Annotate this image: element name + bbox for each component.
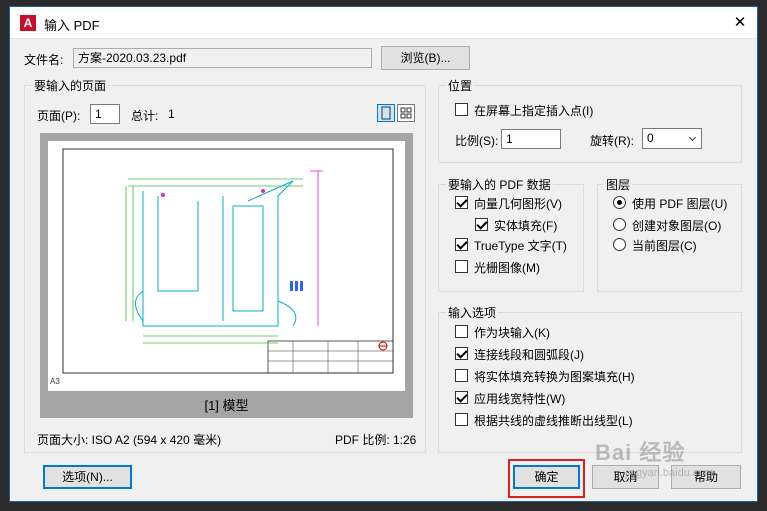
close-button[interactable]: ✕ bbox=[723, 7, 757, 38]
convert-solid-fill-label[interactable]: 将实体填充转换为图案填充(H) bbox=[474, 368, 635, 385]
use-pdf-layers-radio[interactable] bbox=[613, 196, 626, 209]
vector-geometry-checkbox[interactable] bbox=[455, 196, 468, 209]
rotation-label: 旋转(R): bbox=[590, 134, 634, 148]
preview-paper: A3 bbox=[48, 141, 405, 391]
create-object-layers-label[interactable]: 创建对象图层(O) bbox=[632, 217, 721, 234]
infer-linetype-checkbox[interactable] bbox=[455, 413, 468, 426]
convert-solid-fill-checkbox[interactable] bbox=[455, 369, 468, 382]
infer-linetype-label[interactable]: 根据共线的虚线推断出线型(L) bbox=[474, 412, 633, 429]
apply-lineweight-label[interactable]: 应用线宽特性(W) bbox=[474, 390, 565, 407]
layers-group-title: 图层 bbox=[604, 176, 633, 193]
single-page-icon bbox=[381, 106, 391, 120]
raster-images-checkbox[interactable] bbox=[455, 260, 468, 273]
rotation-select[interactable]: 0 bbox=[642, 128, 702, 149]
specify-on-screen-checkbox[interactable] bbox=[455, 103, 468, 116]
truetype-text-checkbox[interactable] bbox=[455, 238, 468, 251]
pages-group-title: 要输入的页面 bbox=[32, 77, 109, 94]
solid-fill-label[interactable]: 实体填充(F) bbox=[494, 217, 557, 234]
apply-lineweight-checkbox[interactable] bbox=[455, 391, 468, 404]
file-name-label: 文件名: bbox=[24, 53, 64, 67]
floor-plan-drawing bbox=[62, 148, 394, 374]
total-label: 总计: bbox=[131, 109, 159, 123]
raster-images-label[interactable]: 光栅图像(M) bbox=[474, 259, 540, 276]
use-pdf-layers-label[interactable]: 使用 PDF 图层(U) bbox=[632, 195, 727, 212]
total-value: 1 bbox=[168, 107, 175, 121]
autocad-app-icon: A bbox=[20, 15, 36, 31]
join-segments-label[interactable]: 连接线段和圆弧段(J) bbox=[474, 346, 584, 363]
import-pdf-dialog: A 输入 PDF ✕ 文件名: 方案-2020.03.23.pdf 浏览(B).… bbox=[9, 6, 758, 502]
title-bar[interactable]: A 输入 PDF ✕ bbox=[10, 7, 757, 39]
solid-fill-checkbox[interactable] bbox=[475, 218, 488, 231]
truetype-text-label[interactable]: TrueType 文字(T) bbox=[474, 237, 567, 254]
chevron-down-icon bbox=[688, 133, 697, 142]
scale-label: 比例(S): bbox=[455, 134, 499, 148]
preview-caption: [1] 模型 bbox=[204, 398, 249, 413]
import-as-block-label[interactable]: 作为块输入(K) bbox=[474, 324, 550, 341]
scale-input[interactable]: 1 bbox=[501, 129, 561, 149]
create-object-layers-radio[interactable] bbox=[613, 218, 626, 231]
browse-button[interactable]: 浏览(B)... bbox=[381, 46, 470, 70]
current-layer-label[interactable]: 当前图层(C) bbox=[632, 237, 697, 254]
pdf-data-group-title: 要输入的 PDF 数据 bbox=[446, 176, 553, 193]
rotation-value: 0 bbox=[647, 131, 654, 145]
page-size-text: 页面大小: ISO A2 (594 x 420 毫米) bbox=[37, 433, 222, 447]
pdf-scale-text: PDF 比例: 1:26 bbox=[335, 433, 417, 447]
options-button[interactable]: 选项(N)... bbox=[43, 465, 132, 489]
position-group-title: 位置 bbox=[446, 77, 475, 94]
position-group bbox=[438, 85, 742, 163]
page-label: 页面(P): bbox=[37, 109, 81, 123]
import-as-block-checkbox[interactable] bbox=[455, 325, 468, 338]
thumbnail-view-toggle[interactable] bbox=[397, 104, 415, 122]
window-title: 输入 PDF bbox=[44, 18, 100, 33]
single-page-view-toggle[interactable] bbox=[377, 104, 395, 122]
vector-geometry-label[interactable]: 向量几何图形(V) bbox=[474, 195, 562, 212]
specify-on-screen-label[interactable]: 在屏幕上指定插入点(I) bbox=[474, 102, 593, 119]
join-segments-checkbox[interactable] bbox=[455, 347, 468, 360]
baidu-watermark: Bai 经验 bbox=[595, 440, 686, 465]
import-options-group-title: 输入选项 bbox=[446, 304, 499, 321]
page-input[interactable]: 1 bbox=[90, 104, 120, 124]
ok-highlight-annotation bbox=[508, 459, 585, 498]
current-layer-radio[interactable] bbox=[613, 238, 626, 251]
sheet-size-tag: A3 bbox=[50, 377, 60, 386]
baidu-watermark-url: jingyan.baidu.com bbox=[625, 467, 714, 479]
file-name-field[interactable]: 方案-2020.03.23.pdf bbox=[73, 48, 372, 68]
page-preview[interactable]: A3 [1] 模型 bbox=[40, 133, 413, 418]
thumbnail-grid-icon bbox=[400, 107, 412, 119]
